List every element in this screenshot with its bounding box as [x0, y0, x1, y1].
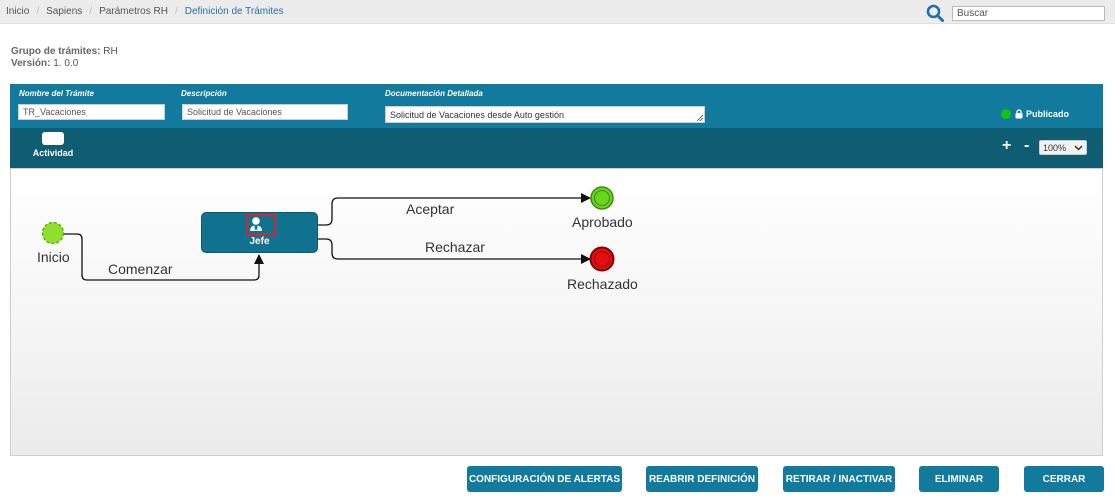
- breadcrumb-sapiens[interactable]: Sapiens: [46, 6, 82, 17]
- start-event[interactable]: [41, 221, 65, 245]
- delete-button[interactable]: ELIMINAR: [919, 466, 999, 492]
- flow-comenzar-label: Comenzar: [108, 261, 173, 277]
- breadcrumb-separator: /: [174, 6, 178, 17]
- group-value: RH: [103, 46, 118, 57]
- zoom-out-button[interactable]: -: [1024, 138, 1029, 154]
- diagram-connectors: [41, 186, 615, 281]
- user-icon[interactable]: [246, 214, 276, 236]
- process-meta: Grupo de trámites: RH Versión: 1. 0.0: [11, 46, 118, 70]
- group-label: Grupo de trámites:: [11, 46, 101, 57]
- close-button[interactable]: CERRAR: [1024, 466, 1104, 492]
- alerts-config-button[interactable]: CONFIGURACIÓN DE ALERTAS: [467, 466, 622, 492]
- retire-button[interactable]: RETIRAR / INACTIVAR: [783, 466, 895, 492]
- activity-shape-icon: [42, 132, 64, 145]
- flow-rechazar-label: Rechazar: [425, 239, 485, 255]
- top-bar: Inicio / Sapiens / Parámetros RH / Defin…: [0, 0, 1115, 24]
- breadcrumb-separator: /: [36, 6, 40, 17]
- diagram-canvas[interactable]: Inicio Comenzar Aceptar Rechazar Aprobad…: [10, 168, 1103, 456]
- name-field[interactable]: TR_Vacaciones: [18, 104, 165, 120]
- end-aprobado-label: Aprobado: [572, 214, 633, 230]
- search-input[interactable]: [952, 6, 1105, 21]
- version-label: Versión:: [11, 58, 51, 69]
- description-label: Descripción: [181, 89, 227, 98]
- description-field[interactable]: Solicitud de Vacaciones: [182, 104, 348, 120]
- name-label: Nombre del Trámite: [19, 89, 94, 98]
- flow-aceptar-label: Aceptar: [406, 201, 455, 217]
- end-rechazado-label: Rechazado: [567, 276, 638, 292]
- add-activity-tool[interactable]: Actividad: [32, 132, 74, 158]
- reopen-definition-button[interactable]: REABRIR DEFINICIÓN: [646, 466, 758, 492]
- version-value: 1. 0.0: [53, 58, 79, 69]
- breadcrumb-separator: /: [89, 6, 93, 17]
- documentation-label: Documentación Detallada: [385, 89, 483, 98]
- zoom-value: 100%: [1043, 142, 1067, 153]
- diagram-toolbar: Actividad + - 100%: [10, 128, 1103, 168]
- breadcrumb-current: Definición de Trámites: [184, 6, 284, 17]
- zoom-in-button[interactable]: +: [1002, 138, 1011, 154]
- breadcrumb: Inicio / Sapiens / Parámetros RH / Defin…: [6, 6, 284, 17]
- status-dot-icon: [1000, 109, 1011, 119]
- user-glyph: [250, 217, 262, 231]
- end-event-rechazado[interactable]: [589, 246, 615, 272]
- breadcrumb-parametros[interactable]: Parámetros RH: [99, 6, 168, 17]
- lock-icon: [1015, 109, 1023, 119]
- breadcrumb-inicio[interactable]: Inicio: [6, 6, 29, 17]
- activity-node-jefe[interactable]: Jefe: [201, 212, 318, 253]
- process-header-form: Nombre del Trámite TR_Vacaciones Descrip…: [10, 84, 1103, 128]
- resize-handle[interactable]: [697, 115, 703, 121]
- status-text: Publicado: [1025, 109, 1069, 119]
- zoom-select[interactable]: 100%: [1039, 140, 1087, 155]
- activity-node-label: Jefe: [249, 236, 270, 247]
- search-icon[interactable]: [926, 4, 944, 22]
- status-badge: Publicado: [1000, 109, 1069, 119]
- documentation-textarea[interactable]: Solicitud de Vacaciones desde Auto gesti…: [385, 106, 705, 123]
- activity-tool-label: Actividad: [32, 148, 74, 158]
- documentation-text: Solicitud de Vacaciones desde Auto gesti…: [390, 110, 564, 120]
- start-label: Inicio: [37, 249, 70, 265]
- chevron-down-icon: [1074, 144, 1083, 151]
